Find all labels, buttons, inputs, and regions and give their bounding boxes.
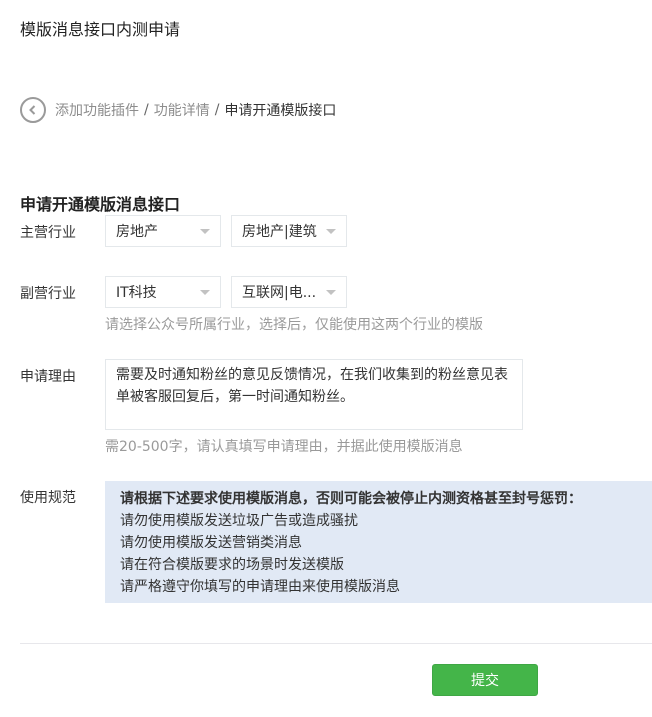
select-value: IT科技 <box>116 285 157 301</box>
rules-item: 请严格遵守你填写的申请理由来使用模版消息 <box>120 579 400 595</box>
reason-hint: 需20-500字，请认真填写申请理由，并据此使用模版消息 <box>105 439 463 455</box>
chevron-down-icon <box>326 290 336 295</box>
breadcrumb-link-feature-detail[interactable]: 功能详情 <box>154 100 210 120</box>
chevron-down-icon <box>200 290 210 295</box>
submit-button[interactable]: 提交 <box>432 664 538 696</box>
rules-item: 请勿使用模版发送垃圾广告或造成骚扰 <box>120 513 358 529</box>
primary-industry-label: 主营行业 <box>20 225 76 241</box>
primary-industry-subcategory-select[interactable]: 房地产|建筑 <box>231 215 347 247</box>
rules-box: 请根据下述要求使用模版消息，否则可能会被停止内测资格甚至封号惩罚： 请勿使用模版… <box>105 481 652 603</box>
back-arrow-icon[interactable] <box>20 97 46 123</box>
breadcrumb-separator: / <box>144 102 149 118</box>
divider <box>20 643 652 644</box>
secondary-industry-category-select[interactable]: IT科技 <box>105 276 221 308</box>
rules-label: 使用规范 <box>20 490 76 506</box>
select-value: 房地产 <box>116 224 158 240</box>
primary-industry-category-select[interactable]: 房地产 <box>105 215 221 247</box>
select-value: 房地产|建筑 <box>242 224 317 240</box>
select-value: 互联网|电... <box>242 285 317 301</box>
breadcrumb-link-add-plugin[interactable]: 添加功能插件 <box>55 100 139 120</box>
breadcrumb: 添加功能插件 / 功能详情 / 申请开通模版接口 <box>20 96 336 124</box>
secondary-industry-subcategory-select[interactable]: 互联网|电... <box>231 276 347 308</box>
secondary-industry-label: 副营行业 <box>20 286 76 302</box>
rules-heading: 请根据下述要求使用模版消息，否则可能会被停止内测资格甚至封号惩罚： <box>120 491 582 507</box>
industry-hint: 请选择公众号所属行业，选择后，仅能使用这两个行业的模版 <box>105 317 483 333</box>
chevron-down-icon <box>200 229 210 234</box>
rules-item: 请勿使用模版发送营销类消息 <box>120 535 302 551</box>
form-title: 申请开通模版消息接口 <box>20 195 181 214</box>
reason-textarea[interactable]: 需要及时通知粉丝的意见反馈情况，在我们收集到的粉丝意见表单被客服回复后，第一时间… <box>105 359 523 430</box>
page-title: 模版消息接口内测申请 <box>20 20 181 39</box>
chevron-down-icon <box>326 229 336 234</box>
breadcrumb-current: 申请开通模版接口 <box>224 103 337 119</box>
rules-item: 请在符合模版要求的场景时发送模版 <box>120 557 344 573</box>
breadcrumb-separator: / <box>214 102 220 118</box>
reason-label: 申请理由 <box>20 369 76 385</box>
